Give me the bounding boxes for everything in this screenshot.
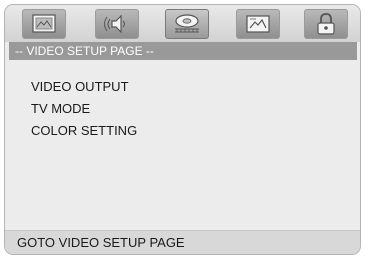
tab-audio-setup[interactable] (95, 9, 139, 39)
tab-preference[interactable] (236, 9, 280, 39)
video-setup-icon (172, 12, 202, 36)
tab-video-setup[interactable] (165, 9, 209, 39)
page-title: -- VIDEO SETUP PAGE -- (9, 42, 357, 60)
status-text: GOTO VIDEO SETUP PAGE (17, 235, 185, 250)
setup-toolbar (5, 5, 360, 42)
password-lock-icon (314, 12, 338, 36)
general-setup-icon (31, 13, 57, 35)
tab-password[interactable] (304, 9, 348, 39)
setup-menu: VIDEO OUTPUT TV MODE COLOR SETTING (31, 76, 137, 142)
status-bar: GOTO VIDEO SETUP PAGE (5, 230, 360, 254)
audio-setup-icon (103, 13, 131, 35)
video-setup-screen: -- VIDEO SETUP PAGE -- VIDEO OUTPUT TV M… (4, 4, 361, 255)
tab-general-setup[interactable] (22, 9, 66, 39)
menu-item-tv-mode[interactable]: TV MODE (31, 98, 137, 120)
preference-icon (244, 13, 272, 35)
menu-item-color-setting[interactable]: COLOR SETTING (31, 120, 137, 142)
menu-item-video-output[interactable]: VIDEO OUTPUT (31, 76, 137, 98)
